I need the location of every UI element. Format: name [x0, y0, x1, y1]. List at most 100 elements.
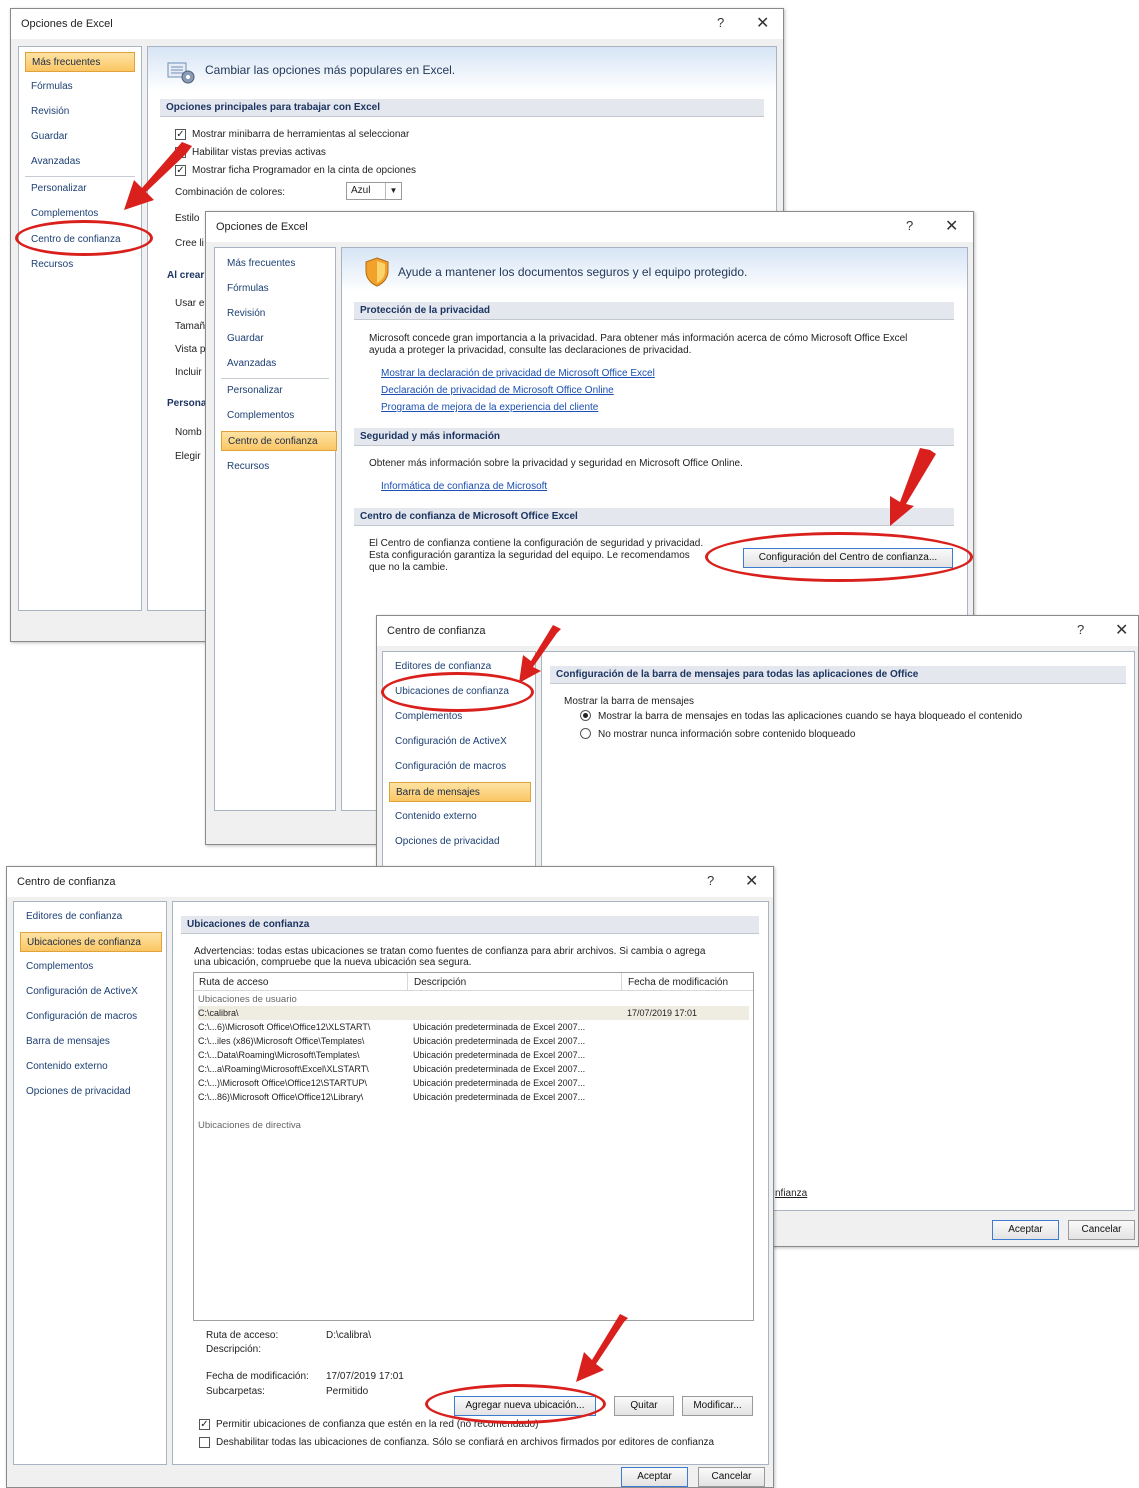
nav-item-editores[interactable]: Editores de confianza	[20, 907, 122, 927]
table-header: Ruta de acceso Descripción Fecha de modi…	[194, 973, 753, 991]
trustworthy-computing-link[interactable]: Informática de confianza de Microsoft	[381, 481, 547, 492]
row-path: C:\...)\Microsoft Office\Office12\STARTU…	[198, 1078, 367, 1088]
row-desc: Ubicación predeterminada de Excel 2007..…	[413, 1036, 586, 1046]
show-message-bar-radio[interactable]	[580, 710, 591, 721]
experience-program-link[interactable]: Programa de mejora de la experiencia del…	[381, 402, 598, 413]
nav-item-recursos[interactable]: Recursos	[221, 457, 269, 477]
show-message-bar-label: Mostrar la barra de mensajes en todas la…	[598, 711, 1023, 722]
nav-item-formulas[interactable]: Fórmulas	[221, 279, 269, 299]
nav-item-personalizar[interactable]: Personalizar	[25, 179, 87, 199]
nav-item-ubicaciones[interactable]: Ubicaciones de confianza	[20, 932, 162, 952]
nav-item-contenido-externo[interactable]: Contenido externo	[20, 1057, 108, 1077]
nav-item-activex[interactable]: Configuración de ActiveX	[20, 982, 138, 1002]
detail-path-label: Ruta de acceso:	[206, 1330, 279, 1341]
modify-button[interactable]: Modificar...	[682, 1396, 753, 1416]
chevron-down-icon: ▼	[385, 183, 401, 199]
estilo-label: Estilo	[175, 213, 200, 224]
trust-center-text-3: que no la cambie.	[369, 562, 448, 573]
tamano-label: Tamañ	[175, 321, 206, 332]
nav-item-macros[interactable]: Configuración de macros	[389, 757, 506, 777]
detail-subfolders-label: Subcarpetas:	[206, 1386, 265, 1397]
trust-center-text-1: El Centro de confianza contiene la confi…	[369, 538, 704, 549]
nav-item-mas-frecuentes[interactable]: Más frecuentes	[221, 254, 295, 274]
window-title: Centro de confianza	[387, 625, 486, 637]
close-button[interactable]: ✕	[745, 871, 758, 891]
close-button[interactable]: ✕	[756, 13, 769, 33]
minibar-checkbox[interactable]: ✓	[175, 129, 186, 140]
table-row[interactable]: C:\...Data\Roaming\Microsoft\Templates\ …	[198, 1048, 749, 1062]
annotation-arrow-icon	[519, 625, 561, 683]
nav-item-complementos[interactable]: Complementos	[20, 957, 93, 977]
section-principal-options: Opciones principales para trabajar con E…	[160, 99, 764, 117]
remove-button[interactable]: Quitar	[614, 1396, 674, 1416]
privacy-statement-link[interactable]: Mostrar la declaración de privacidad de …	[381, 368, 655, 379]
nav-item-privacidad[interactable]: Opciones de privacidad	[20, 1082, 131, 1102]
nav-item-formulas[interactable]: Fórmulas	[25, 77, 73, 97]
table-row[interactable]: C:\...86)\Microsoft Office\Office12\Libr…	[198, 1090, 749, 1104]
row-path: C:\...86)\Microsoft Office\Office12\Libr…	[198, 1092, 364, 1102]
cancel-button[interactable]: Cancelar	[698, 1467, 765, 1487]
nav-item-privacidad[interactable]: Opciones de privacidad	[389, 832, 500, 852]
nav-item-contenido-externo[interactable]: Contenido externo	[389, 807, 477, 827]
allow-network-checkbox[interactable]: ✓	[199, 1419, 210, 1430]
table-row[interactable]: C:\...iles (x86)\Microsoft Office\Templa…	[198, 1034, 749, 1048]
warning-text-1: Advertencias: todas estas ubicaciones se…	[194, 946, 706, 957]
ok-button[interactable]: Aceptar	[992, 1220, 1059, 1240]
nav-item-revision[interactable]: Revisión	[221, 304, 265, 324]
annotation-circle-ubicaciones	[381, 672, 534, 712]
color-scheme-select[interactable]: Azul ▼	[346, 182, 402, 200]
window-title: Opciones de Excel	[21, 18, 113, 30]
section-message-bar: Configuración de la barra de mensajes pa…	[550, 666, 1126, 684]
col-desc[interactable]: Descripción	[414, 977, 466, 988]
close-button[interactable]: ✕	[945, 216, 958, 236]
nombre-label: Nomb	[175, 427, 202, 438]
cancel-button[interactable]: Cancelar	[1068, 1220, 1135, 1240]
minibar-label: Mostrar minibarra de herramientas al sel…	[192, 129, 410, 140]
col-date[interactable]: Fecha de modificación	[628, 977, 728, 988]
nav-item-guardar[interactable]: Guardar	[221, 329, 264, 349]
header-text: Cambiar las opciones más populares en Ex…	[205, 63, 456, 77]
help-button[interactable]: ?	[906, 218, 913, 233]
row-path: C:\calibra\	[198, 1008, 239, 1018]
nav-item-mas-frecuentes[interactable]: Más frecuentes	[25, 52, 135, 72]
nav-item-macros[interactable]: Configuración de macros	[20, 1007, 137, 1027]
row-date: 17/07/2019 17:01	[627, 1008, 698, 1018]
row-path: C:\...Data\Roaming\Microsoft\Templates\	[198, 1050, 360, 1060]
nav-divider	[221, 378, 329, 379]
help-button[interactable]: ?	[717, 15, 724, 30]
table-row[interactable]: C:\...)\Microsoft Office\Office12\STARTU…	[198, 1076, 749, 1090]
nav-item-revision[interactable]: Revisión	[25, 102, 69, 122]
nav-item-personalizar[interactable]: Personalizar	[221, 381, 283, 401]
never-show-radio[interactable]	[580, 728, 591, 739]
nav-item-avanzadas[interactable]: Avanzadas	[25, 152, 80, 172]
table-row[interactable]: C:\...a\Roaming\Microsoft\Excel\XLSTART\…	[198, 1062, 749, 1076]
annotation-circle-centro-de-confianza	[15, 220, 153, 256]
close-button[interactable]: ✕	[1115, 620, 1128, 640]
partial-trust-link[interactable]: nfianza	[775, 1188, 807, 1199]
row-desc: Ubicación predeterminada de Excel 2007..…	[413, 1092, 586, 1102]
nav-item-complementos[interactable]: Complementos	[221, 406, 294, 426]
ok-button[interactable]: Aceptar	[621, 1467, 688, 1487]
nav-item-avanzadas[interactable]: Avanzadas	[221, 354, 276, 374]
section-trusted-locations: Ubicaciones de confianza	[181, 916, 759, 934]
nav-item-guardar[interactable]: Guardar	[25, 127, 68, 147]
nav-item-activex[interactable]: Configuración de ActiveX	[389, 732, 507, 752]
nav-item-centro-de-confianza[interactable]: Centro de confianza	[221, 431, 337, 451]
help-button[interactable]: ?	[707, 873, 714, 888]
table-row[interactable]: C:\calibra\ 17/07/2019 17:01	[198, 1006, 749, 1020]
nav-item-recursos[interactable]: Recursos	[25, 255, 73, 275]
locations-table[interactable]: Ruta de acceso Descripción Fecha de modi…	[193, 972, 754, 1321]
row-desc: Ubicación predeterminada de Excel 2007..…	[413, 1050, 586, 1060]
color-scheme-value: Azul	[351, 185, 371, 196]
section-trust-center: Centro de confianza de Microsoft Office …	[354, 508, 954, 526]
online-privacy-link[interactable]: Declaración de privacidad de Microsoft O…	[381, 385, 614, 396]
row-desc: Ubicación predeterminada de Excel 2007..…	[413, 1078, 586, 1088]
table-row[interactable]: C:\...6)\Microsoft Office\Office12\XLSTA…	[198, 1020, 749, 1034]
title-bar: Opciones de Excel ? ✕	[206, 212, 973, 242]
nav-item-barra-mensajes[interactable]: Barra de mensajes	[20, 1032, 110, 1052]
help-button[interactable]: ?	[1077, 622, 1084, 637]
col-path[interactable]: Ruta de acceso	[199, 977, 269, 988]
detail-subfolders-value: Permitido	[326, 1386, 369, 1397]
nav-item-barra-mensajes[interactable]: Barra de mensajes	[389, 782, 531, 802]
disable-all-checkbox[interactable]	[199, 1437, 210, 1448]
